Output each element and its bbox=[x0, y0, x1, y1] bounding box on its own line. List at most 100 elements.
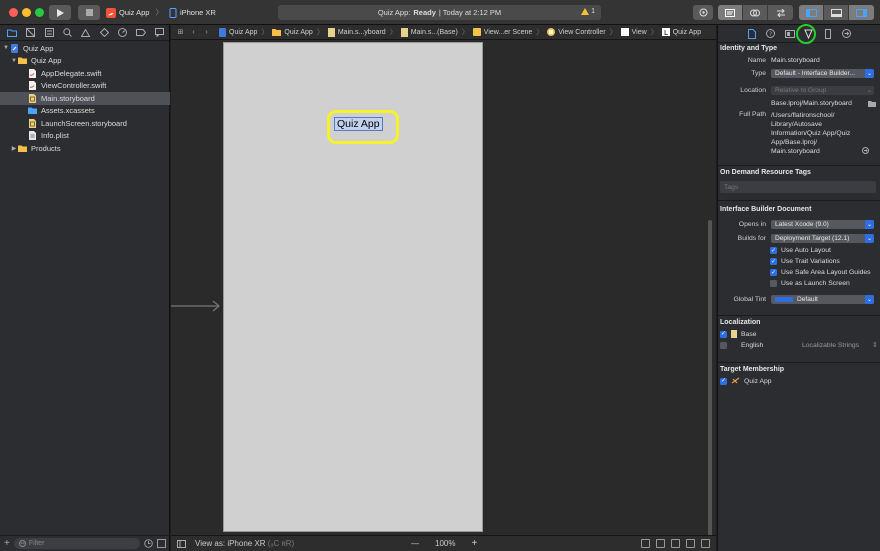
tree-row-file[interactable]: LaunchScreen.storyboard bbox=[0, 117, 170, 130]
minimize-window-button[interactable] bbox=[22, 8, 31, 17]
quiz-app-label[interactable]: Quiz App bbox=[334, 117, 383, 131]
zoom-out-button[interactable]: — bbox=[411, 539, 419, 548]
add-file-button[interactable]: + bbox=[4, 538, 10, 549]
checkbox-checked-icon: ✓ bbox=[720, 377, 727, 385]
stop-button[interactable] bbox=[78, 5, 100, 20]
builds-for-popup[interactable]: Deployment Target (12.1) ⌄ bbox=[771, 234, 874, 243]
view-controller-scene[interactable]: Quiz App bbox=[223, 42, 483, 532]
zoom-in-button[interactable]: + bbox=[471, 538, 477, 549]
tree-row-project[interactable]: ▼ Quiz App bbox=[0, 42, 170, 55]
device-name: iPhone XR bbox=[179, 8, 216, 17]
disclosure-collapsed-icon[interactable]: ▶ bbox=[10, 145, 18, 152]
full-path-value: /Users/flatironschool/ Library/Autosave … bbox=[771, 111, 850, 156]
chevron-updown-icon[interactable]: ⇕ bbox=[872, 341, 878, 349]
use-as-launch-screen-checkbox[interactable]: Use as Launch Screen bbox=[770, 280, 850, 287]
assistant-editor-button[interactable] bbox=[743, 5, 768, 20]
toggle-navigator-button[interactable] bbox=[799, 5, 824, 20]
connections-inspector-tab[interactable] bbox=[842, 29, 852, 39]
align-icon[interactable] bbox=[671, 539, 680, 548]
english-localization-checkbox[interactable]: English bbox=[720, 342, 763, 349]
version-editor-button[interactable] bbox=[768, 5, 793, 20]
breadcrumb-item[interactable]: Main.s...yboard bbox=[327, 27, 386, 37]
tree-row-file-selected[interactable]: Main.storyboard bbox=[0, 92, 170, 105]
tree-row-file[interactable]: AppDelegate.swift bbox=[0, 67, 170, 80]
standard-editor-button[interactable] bbox=[718, 5, 743, 20]
tree-row-file[interactable]: ViewController.swift bbox=[0, 80, 170, 93]
breadcrumb-label: View bbox=[631, 28, 647, 36]
issue-navigator-tab[interactable] bbox=[77, 26, 95, 40]
back-chevron-icon[interactable]: ‹ bbox=[187, 29, 200, 36]
reveal-folder-icon[interactable] bbox=[868, 100, 876, 107]
left-panel-icon bbox=[805, 8, 817, 17]
id-card-icon bbox=[784, 29, 795, 38]
breadcrumb-item[interactable]: Main.s...(Base) bbox=[400, 27, 458, 37]
disclosure-expanded-icon[interactable]: ▼ bbox=[2, 45, 10, 51]
global-tint-popup[interactable]: Default ⌄ bbox=[771, 295, 874, 304]
update-frames-icon[interactable] bbox=[641, 539, 650, 548]
size-inspector-tab[interactable] bbox=[823, 28, 833, 39]
zoom-level[interactable]: 100% bbox=[435, 539, 455, 548]
disclosure-expanded-icon[interactable]: ▼ bbox=[10, 58, 18, 64]
symbol-navigator-tab[interactable] bbox=[40, 26, 58, 40]
library-button[interactable] bbox=[693, 5, 713, 20]
add-constraints-icon[interactable] bbox=[686, 539, 695, 548]
use-trait-variations-checkbox[interactable]: ✓ Use Trait Variations bbox=[770, 258, 840, 265]
tree-row-group[interactable]: ▼ Quiz App bbox=[0, 55, 170, 68]
full-path-label: Full Path bbox=[739, 111, 766, 118]
base-localization-checkbox[interactable]: ✓ Base bbox=[720, 330, 757, 338]
file-inspector-tab[interactable] bbox=[747, 28, 757, 39]
breadcrumb-item[interactable]: View bbox=[620, 28, 647, 36]
view-as-device-selector[interactable]: View as: iPhone XR (ₐC ʀR) bbox=[195, 539, 294, 548]
storyboard-canvas[interactable]: Quiz App bbox=[171, 40, 716, 545]
source-control-filter-icon[interactable] bbox=[157, 539, 166, 548]
find-navigator-tab[interactable] bbox=[58, 26, 76, 40]
warning-indicator[interactable]: 1 bbox=[581, 8, 595, 15]
toggle-inspector-button[interactable] bbox=[849, 5, 874, 20]
identity-inspector-tab[interactable] bbox=[784, 29, 795, 39]
test-navigator-tab[interactable] bbox=[95, 26, 113, 40]
opens-in-popup[interactable]: Latest Xcode (9.0) ⌄ bbox=[771, 220, 874, 229]
forward-chevron-icon[interactable]: › bbox=[200, 29, 213, 36]
breadcrumb-item[interactable]: View Controller bbox=[547, 28, 606, 36]
embed-in-stack-icon[interactable] bbox=[656, 539, 665, 548]
type-popup[interactable]: Default - Interface Builder... ⌄ bbox=[771, 69, 874, 78]
location-popup[interactable]: Relative to Group ⌄ bbox=[771, 86, 874, 95]
interface-builder-document-section: Interface Builder Document Opens in Late… bbox=[718, 200, 880, 315]
breakpoint-navigator-tab[interactable] bbox=[132, 26, 150, 40]
tags-input[interactable]: Tags bbox=[720, 181, 876, 193]
toggle-debug-area-button[interactable] bbox=[824, 5, 849, 20]
quick-help-tab[interactable]: ? bbox=[766, 29, 776, 39]
close-window-button[interactable] bbox=[9, 8, 18, 17]
breadcrumb-item[interactable]: Quiz App bbox=[272, 28, 313, 36]
entry-point-arrow-icon[interactable] bbox=[171, 300, 221, 312]
run-button[interactable] bbox=[49, 5, 71, 20]
project-navigator-tab[interactable] bbox=[3, 26, 21, 40]
recent-files-icon[interactable] bbox=[144, 539, 153, 548]
document-outline-toggle-icon[interactable] bbox=[177, 539, 186, 548]
breadcrumb-separator: 〉 bbox=[261, 29, 269, 36]
breadcrumb-item[interactable]: View...er Scene bbox=[472, 28, 532, 36]
tree-row-file[interactable]: Assets.xcassets bbox=[0, 105, 170, 118]
quiz-app-target-checkbox[interactable]: ✓ Quiz App bbox=[720, 377, 772, 385]
breadcrumb-item[interactable]: Quiz App bbox=[219, 27, 257, 37]
vertical-scrollbar[interactable] bbox=[708, 220, 712, 540]
storyboard-file-icon bbox=[400, 27, 408, 37]
resolve-issues-icon[interactable] bbox=[701, 539, 710, 548]
debug-navigator-tab[interactable] bbox=[114, 26, 132, 40]
zoom-window-button[interactable] bbox=[35, 8, 44, 17]
relative-path-value: Base.lproj/Main.storyboard bbox=[771, 100, 852, 107]
report-navigator-tab[interactable] bbox=[151, 26, 169, 40]
related-items-icon[interactable]: ⊞ bbox=[174, 28, 187, 36]
tree-row-file[interactable]: Info.plist bbox=[0, 130, 170, 143]
filter-input[interactable]: Filter bbox=[13, 538, 140, 549]
tree-row-group[interactable]: ▶ Products bbox=[0, 142, 170, 155]
plist-file-icon bbox=[29, 131, 36, 141]
name-value[interactable]: Main.storyboard bbox=[771, 57, 820, 64]
use-auto-layout-checkbox[interactable]: ✓ Use Auto Layout bbox=[770, 247, 831, 254]
breadcrumb-item[interactable]: L Quiz App bbox=[661, 28, 701, 36]
scheme-selector[interactable]: Quiz App 〉 iPhone XR bbox=[106, 6, 216, 19]
reveal-in-finder-icon[interactable] bbox=[862, 147, 869, 154]
english-localization-type[interactable]: Localizable Strings bbox=[802, 342, 859, 349]
source-control-tab[interactable] bbox=[21, 26, 39, 40]
use-safe-area-checkbox[interactable]: ✓ Use Safe Area Layout Guides bbox=[770, 269, 871, 276]
